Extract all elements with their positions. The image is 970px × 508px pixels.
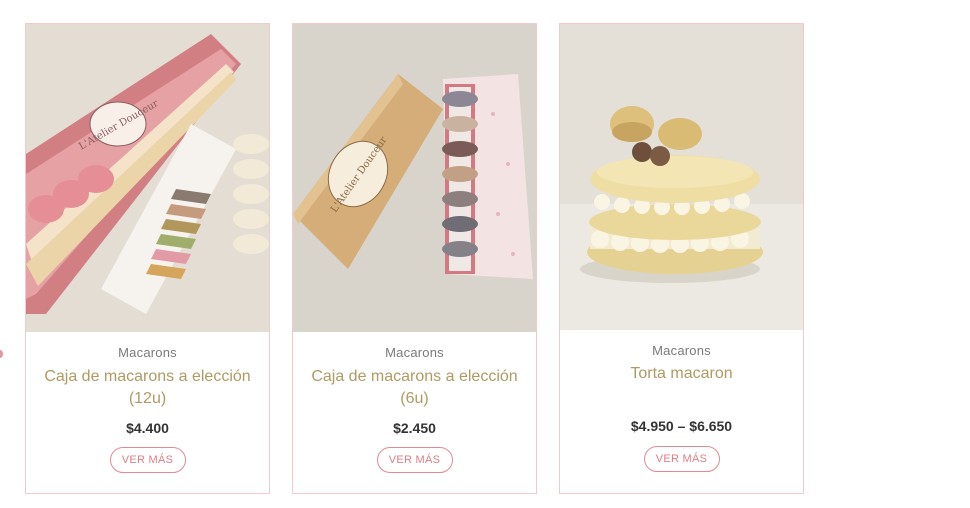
- product-title[interactable]: Caja de macarons a elección (12u): [36, 366, 259, 410]
- macaron-box-12-illustration: L'Atelier Douceur: [26, 24, 269, 332]
- view-more-button[interactable]: VER MÁS: [376, 447, 453, 473]
- product-price: $4.950 – $6.650: [630, 418, 733, 434]
- macaron-cake-illustration: [560, 24, 803, 330]
- product-image[interactable]: L'Atelier Douceur: [293, 24, 536, 332]
- product-category: Macarons: [652, 343, 711, 358]
- product-price: $4.400: [126, 420, 169, 436]
- product-category: Macarons: [118, 345, 177, 360]
- product-title[interactable]: Caja de macarons a elección (6u): [303, 366, 526, 410]
- view-more-button[interactable]: VER MÁS: [109, 447, 186, 473]
- product-card[interactable]: Macarons Torta macaron $4.950 – $6.650 V…: [559, 23, 804, 494]
- product-title[interactable]: Torta macaron: [570, 363, 793, 385]
- product-category: Macarons: [385, 345, 444, 360]
- product-card[interactable]: L'Atelier Douceur Macarons Caja de macar…: [292, 23, 537, 494]
- carousel-prev-dot[interactable]: [0, 350, 3, 358]
- product-card[interactable]: L'Atelier Douceur Macarons Caja de macar…: [25, 23, 270, 494]
- product-image[interactable]: [560, 24, 803, 330]
- macaron-box-6-illustration: L'Atelier Douceur: [293, 24, 536, 332]
- product-image[interactable]: L'Atelier Douceur: [26, 24, 269, 332]
- product-price: $2.450: [393, 420, 436, 436]
- view-more-button[interactable]: VER MÁS: [643, 446, 720, 472]
